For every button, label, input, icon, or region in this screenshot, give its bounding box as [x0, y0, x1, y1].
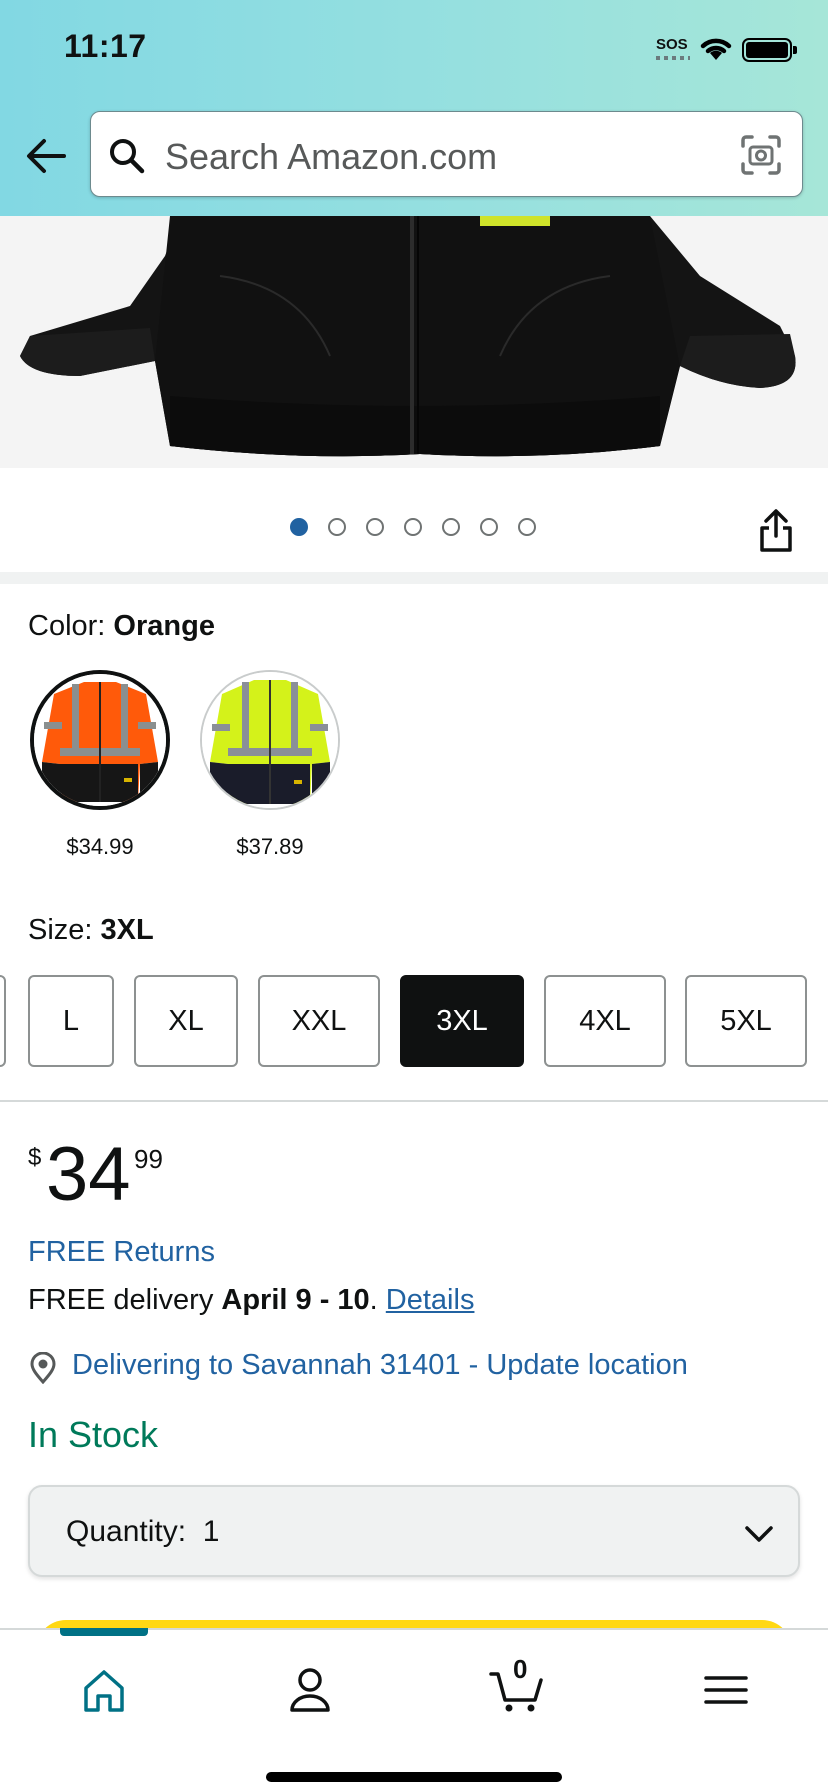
delivery-location-link[interactable]: Delivering to Savannah 31401 - Update lo… [72, 1349, 688, 1382]
delivery-details-link[interactable]: Details [386, 1284, 475, 1316]
image-carousel-pager [0, 468, 828, 572]
yellow-swatch-price: $37.89 [236, 834, 304, 859]
delivery-dates: April 9 - 10 [221, 1284, 370, 1316]
account-icon[interactable] [280, 1660, 340, 1720]
size-option-partial[interactable] [0, 975, 6, 1067]
battery-icon [742, 38, 797, 62]
delivery-prefix: FREE delivery [28, 1284, 214, 1316]
cellular-signal-icon [656, 56, 690, 60]
free-returns-link[interactable]: FREE Returns [28, 1236, 215, 1269]
app-header: 11:17 SOS Search Amazon.com [0, 0, 828, 216]
section-divider [0, 1100, 828, 1102]
color-swatch-orange[interactable] [30, 670, 170, 810]
camera-search-icon[interactable] [740, 134, 782, 176]
home-icon[interactable] [74, 1660, 134, 1720]
color-swatch-yellow[interactable] [200, 670, 340, 810]
yellow-hoodie-thumbnail [202, 672, 338, 808]
size-label-text: Size: [28, 914, 93, 946]
delivery-info: FREE delivery April 9 - 10. Details [28, 1284, 474, 1317]
carousel-dot[interactable] [442, 518, 460, 536]
quantity-value: 1 [202, 1515, 220, 1548]
color-label: Color: Orange [28, 610, 215, 643]
home-indicator [266, 1772, 562, 1782]
carousel-dot[interactable] [366, 518, 384, 536]
size-option-4xl[interactable]: 4XL [544, 975, 666, 1067]
price-fraction: 99 [134, 1144, 163, 1174]
sos-indicator: SOS [656, 36, 688, 53]
share-icon[interactable] [756, 508, 796, 554]
carousel-dot[interactable] [518, 518, 536, 536]
price-symbol: $ [28, 1144, 42, 1171]
quantity-label: Quantity: 1 [66, 1515, 219, 1549]
selected-size-value: 3XL [100, 914, 154, 946]
size-option-xl[interactable]: XL [134, 975, 238, 1067]
chevron-down-icon [745, 1526, 773, 1542]
carousel-dot[interactable] [404, 518, 422, 536]
carousel-dot[interactable] [290, 518, 308, 536]
menu-icon[interactable] [696, 1660, 756, 1720]
section-divider [0, 572, 828, 584]
quantity-selector[interactable]: Quantity: 1 [28, 1485, 800, 1577]
product-image[interactable] [0, 216, 828, 468]
search-icon [110, 139, 145, 174]
back-arrow-icon[interactable] [24, 136, 68, 176]
size-option-l[interactable]: L [28, 975, 114, 1067]
carousel-dot[interactable] [480, 518, 498, 536]
size-option-xxl[interactable]: XXL [258, 975, 380, 1067]
quantity-label-text: Quantity: [66, 1515, 187, 1548]
selected-color-value: Orange [113, 610, 215, 642]
search-bar[interactable]: Search Amazon.com [90, 111, 803, 197]
search-input[interactable]: Search Amazon.com [165, 136, 497, 178]
hoodie-image [0, 216, 828, 468]
orange-hoodie-thumbnail [34, 674, 166, 806]
price-whole: 34 [46, 1132, 131, 1217]
cart-button[interactable]: 0 [488, 1654, 548, 1720]
size-option-3xl[interactable]: 3XL [400, 975, 524, 1067]
stock-status: In Stock [28, 1414, 159, 1455]
carousel-dot[interactable] [328, 518, 346, 536]
size-label: Size: 3XL [28, 914, 154, 947]
wifi-icon [700, 38, 732, 60]
size-option-5xl[interactable]: 5XL [685, 975, 807, 1067]
nav-active-indicator [60, 1628, 148, 1636]
location-pin-icon [30, 1352, 56, 1384]
orange-swatch-price: $34.99 [66, 834, 134, 859]
delivery-separator: . [369, 1284, 378, 1316]
cart-count: 0 [513, 1654, 528, 1684]
color-label-text: Color: [28, 610, 106, 642]
status-time: 11:17 [64, 28, 147, 64]
bottom-nav: 0 [0, 1628, 828, 1792]
